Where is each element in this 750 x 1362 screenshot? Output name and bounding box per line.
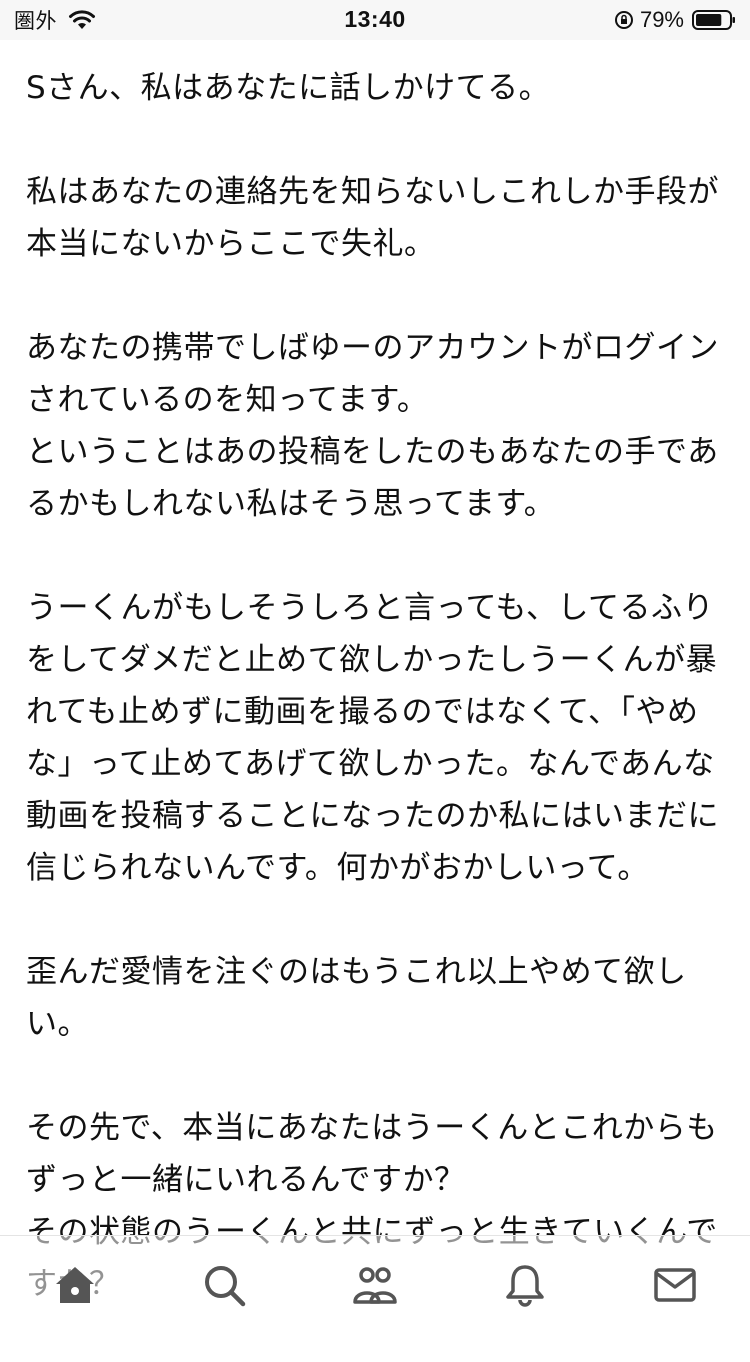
- orientation-lock-icon: [614, 9, 634, 31]
- tab-messages[interactable]: [650, 1260, 700, 1310]
- bottom-tab-bar: [0, 1235, 750, 1334]
- tab-notifications[interactable]: [500, 1260, 550, 1310]
- post-paragraph: 歪んだ愛情を注ぐのはもうこれ以上やめて欲しい。: [26, 954, 687, 1042]
- post-body: Sさん、私はあなたに話しかけてる。 私はあなたの連絡先を知らないしこれしか手段が…: [26, 62, 731, 1362]
- post-paragraph: Sさん、私はあなたに話しかけてる。: [26, 70, 551, 106]
- post-paragraph: 私はあなたの連絡先を知らないしこれしか手段が本当にないからここで失礼。: [26, 174, 719, 262]
- battery-percent: 79%: [639, 7, 684, 32]
- tab-home[interactable]: [50, 1260, 100, 1310]
- post-paragraph: あなたの携帯でしばゆーのアカウントがログインされているのを知ってます。 というこ…: [26, 330, 719, 522]
- tab-people[interactable]: [350, 1260, 400, 1310]
- status-right: 79%: [614, 6, 736, 34]
- tab-search[interactable]: [199, 1260, 249, 1310]
- post-paragraph: うーくんがもしそうしろと言っても、してるふりをしてダメだと止めて欲しかったしうー…: [26, 590, 719, 886]
- battery-icon: [692, 9, 736, 31]
- people-icon: [353, 1267, 397, 1304]
- home-icon: [56, 1267, 94, 1303]
- search-icon: [205, 1266, 246, 1307]
- bell-icon: [506, 1265, 544, 1307]
- mail-icon: [654, 1268, 696, 1302]
- status-bar: 圏外 13:40 79%: [0, 0, 750, 40]
